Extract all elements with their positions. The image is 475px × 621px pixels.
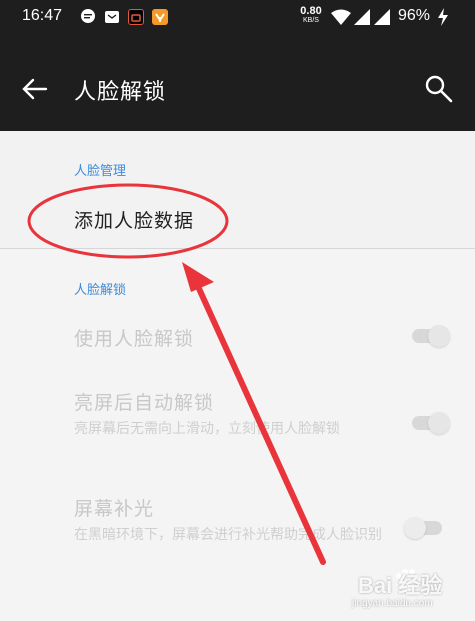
search-icon [425, 75, 453, 103]
status-time: 16:47 [22, 7, 63, 24]
toggle-knob [428, 412, 450, 434]
back-button[interactable] [20, 76, 50, 102]
section-header-face-unlock: 人脸解锁 [74, 283, 127, 298]
screen-fill-light-toggle[interactable] [404, 517, 442, 539]
toggle-knob [404, 517, 426, 539]
auto-unlock-toggle[interactable] [412, 412, 450, 434]
add-face-data-item[interactable]: 添加人脸数据 [74, 206, 374, 233]
page-title: 人脸解锁 [74, 80, 167, 105]
network-speed: 0.80 KB/S [300, 5, 322, 25]
auto-unlock-label: 亮屏后自动解锁 [74, 392, 215, 414]
search-button[interactable] [424, 74, 454, 104]
signal-icon [354, 9, 370, 29]
watermark-url: jingyan.baidu.com [352, 598, 433, 609]
message-notification-icon [80, 9, 96, 25]
shopping-app-notification-icon [152, 9, 168, 25]
screen-fill-light-label: 屏幕补光 [74, 498, 155, 520]
wifi-icon [330, 9, 352, 29]
battery-percentage: 96% [398, 7, 431, 24]
video-app-notification-icon [128, 9, 144, 25]
use-face-unlock-label: 使用人脸解锁 [74, 328, 195, 350]
status-bar: 16:47 0.80 KB/S 96% [0, 0, 475, 36]
section-divider [0, 248, 475, 249]
toggle-knob [428, 325, 450, 347]
auto-unlock-item[interactable]: 亮屏后自动解锁 亮屏幕后无需向上滑动，立刻使用人脸解锁 [74, 388, 384, 441]
watermark: Bai 经验 jingyan.baidu.com [330, 562, 470, 618]
charging-icon [437, 8, 449, 30]
back-arrow-icon [22, 78, 48, 100]
add-face-data-label: 添加人脸数据 [74, 210, 195, 232]
section-header-face-management: 人脸管理 [74, 164, 127, 179]
signal-secondary-icon [374, 9, 390, 29]
auto-unlock-description: 亮屏幕后无需向上滑动，立刻使用人脸解锁 [74, 421, 340, 437]
mail-notification-icon [104, 9, 120, 25]
use-face-unlock-item[interactable]: 使用人脸解锁 [74, 324, 374, 351]
use-face-unlock-toggle[interactable] [412, 325, 450, 347]
app-header: 16:47 0.80 KB/S 96% 人脸解锁 [0, 0, 475, 131]
screen-fill-light-description: 在黑暗环境下，屏幕会进行补光帮助完成人脸识别 [74, 527, 382, 543]
watermark-brand: Bai 经验 [358, 573, 443, 598]
screen-fill-light-item[interactable]: 屏幕补光 在黑暗环境下，屏幕会进行补光帮助完成人脸识别 [74, 494, 384, 547]
